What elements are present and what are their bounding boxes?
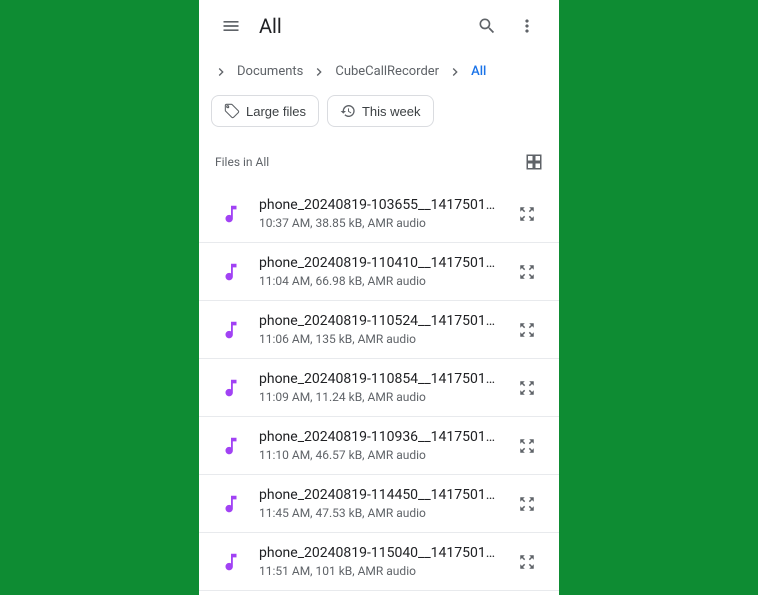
chevron-right-icon [211, 64, 231, 80]
file-info: phone_20240819-110524__1417501655... 11:0… [251, 313, 503, 346]
chevron-right-icon [309, 64, 329, 80]
file-info: phone_20240819-114450__141750165... 11:45… [251, 487, 503, 520]
expand-button[interactable] [511, 372, 543, 404]
music-note-icon [211, 435, 251, 457]
more-options-button[interactable] [507, 6, 547, 46]
expand-button[interactable] [511, 488, 543, 520]
hamburger-icon [221, 16, 241, 36]
section-header: Files in All [199, 143, 559, 185]
music-note-icon [211, 551, 251, 573]
more-vert-icon [517, 16, 537, 36]
file-meta: 11:06 AM, 135 kB, AMR audio [259, 332, 503, 346]
expand-button[interactable] [511, 546, 543, 578]
file-row[interactable]: phone_20240819-115040__141750165... 11:51… [199, 533, 559, 591]
file-name: phone_20240819-110854__1417501655... [259, 371, 503, 387]
breadcrumb-documents[interactable]: Documents [235, 60, 305, 83]
music-note-icon [211, 377, 251, 399]
grid-view-icon [525, 153, 543, 171]
chip-large-files[interactable]: Large files [211, 95, 319, 127]
search-button[interactable] [467, 6, 507, 46]
fullscreen-icon [518, 205, 536, 223]
fullscreen-icon [518, 553, 536, 571]
file-name: phone_20240819-115040__141750165... [259, 545, 503, 561]
expand-button[interactable] [511, 314, 543, 346]
expand-button[interactable] [511, 430, 543, 462]
file-name: phone_20240819-103655__141750165... [259, 197, 503, 213]
chip-label: This week [362, 104, 421, 119]
history-icon [340, 103, 356, 119]
file-info: phone_20240819-110410__1417501655... 11:0… [251, 255, 503, 288]
expand-button[interactable] [511, 198, 543, 230]
file-list: phone_20240819-103655__141750165... 10:37… [199, 185, 559, 595]
fullscreen-icon [518, 321, 536, 339]
file-meta: 11:04 AM, 66.98 kB, AMR audio [259, 274, 503, 288]
chevron-right-icon [445, 64, 465, 80]
chip-label: Large files [246, 104, 306, 119]
expand-button[interactable] [511, 256, 543, 288]
fullscreen-icon [518, 437, 536, 455]
breadcrumb-all[interactable]: All [469, 60, 488, 83]
file-row[interactable]: phone_20240819-110854__1417501655... 11:0… [199, 359, 559, 417]
music-note-icon [211, 493, 251, 515]
file-name: phone_20240819-110524__1417501655... [259, 313, 503, 329]
music-note-icon [211, 203, 251, 225]
file-meta: 11:09 AM, 11.24 kB, AMR audio [259, 390, 503, 404]
page-title: All [259, 14, 467, 38]
breadcrumb-cubecallrecorder[interactable]: CubeCallRecorder [333, 60, 441, 83]
fullscreen-icon [518, 379, 536, 397]
search-icon [477, 16, 497, 36]
file-info: phone_20240819-110854__1417501655... 11:0… [251, 371, 503, 404]
file-row[interactable]: phone_20240819-114450__141750165... 11:45… [199, 475, 559, 533]
file-info: phone_20240819-110936__1417501655... 11:1… [251, 429, 503, 462]
files-app-screen: All Documents CubeCallRecorder All [199, 0, 559, 595]
file-name: phone_20240819-110410__1417501655... [259, 255, 503, 271]
file-name: phone_20240819-114450__141750165... [259, 487, 503, 503]
file-meta: 11:51 AM, 101 kB, AMR audio [259, 564, 503, 578]
file-meta: 11:10 AM, 46.57 kB, AMR audio [259, 448, 503, 462]
file-row[interactable]: phone_20240819-110936__1417501655... 11:1… [199, 417, 559, 475]
filter-chips-row: Large files This week [199, 95, 559, 143]
file-name: phone_20240819-110936__1417501655... [259, 429, 503, 445]
breadcrumb: Documents CubeCallRecorder All [199, 52, 559, 95]
file-row[interactable]: phone_20240819-110410__1417501655... 11:0… [199, 243, 559, 301]
view-grid-button[interactable] [525, 153, 543, 171]
file-row[interactable]: phone_20240819-110524__1417501655... 11:0… [199, 301, 559, 359]
file-meta: 10:37 AM, 38.85 kB, AMR audio [259, 216, 503, 230]
tag-icon [224, 103, 240, 119]
fullscreen-icon [518, 263, 536, 281]
music-note-icon [211, 261, 251, 283]
file-meta: 11:45 AM, 47.53 kB, AMR audio [259, 506, 503, 520]
fullscreen-icon [518, 495, 536, 513]
section-label: Files in All [215, 155, 269, 169]
file-info: phone_20240819-103655__141750165... 10:37… [251, 197, 503, 230]
top-app-bar: All [199, 0, 559, 52]
menu-button[interactable] [211, 6, 251, 46]
music-note-icon [211, 319, 251, 341]
file-info: phone_20240819-115040__141750165... 11:51… [251, 545, 503, 578]
file-row[interactable]: phone_20240819-103655__141750165... 10:37… [199, 185, 559, 243]
chip-this-week[interactable]: This week [327, 95, 434, 127]
